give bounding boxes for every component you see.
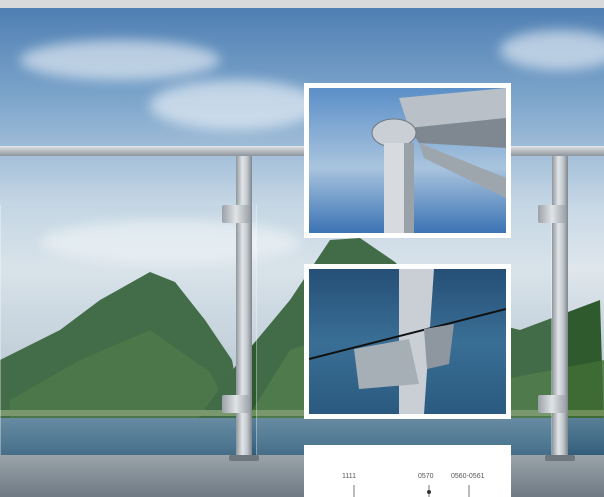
post-base <box>229 455 259 461</box>
spec-card <box>304 445 511 497</box>
glass-clamp <box>538 395 566 413</box>
glass-clamp <box>222 205 250 223</box>
spec-code-label: 0560-0561 <box>451 473 485 480</box>
detail-photo-handrail <box>304 83 511 238</box>
handrail-joint-illustration <box>371 88 506 233</box>
balcony-photo: 1111 0570 0560-0561 <box>0 0 604 497</box>
glass-clamp-illustration <box>309 269 506 414</box>
post-base <box>545 455 575 461</box>
glass-clamp <box>222 395 250 413</box>
handrail <box>0 146 604 156</box>
detail-photo-clamp <box>304 264 511 419</box>
glass-clamp <box>538 205 566 223</box>
spec-code-label: 0570 <box>418 473 434 480</box>
glass-panel <box>0 205 238 455</box>
spec-code-label: 1111 <box>342 473 357 480</box>
deck-floor <box>0 455 604 497</box>
